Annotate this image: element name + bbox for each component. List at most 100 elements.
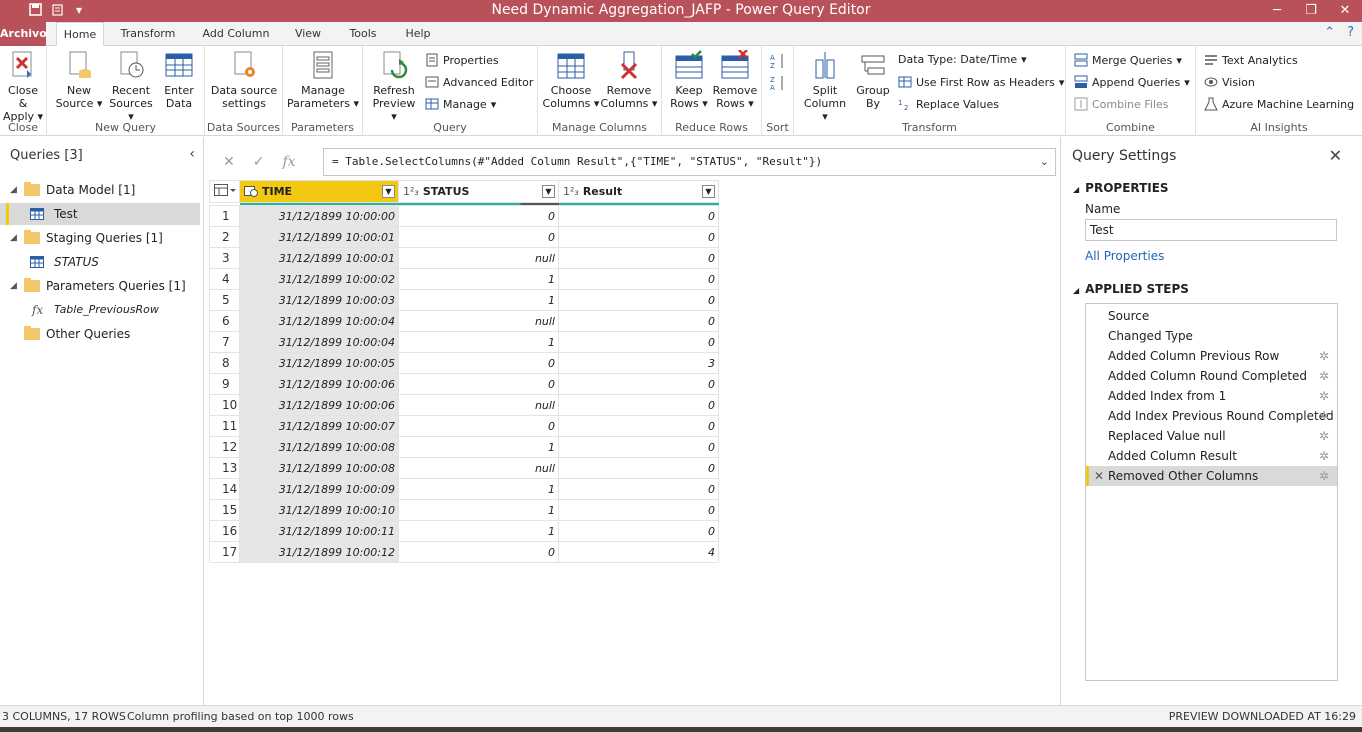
cell-time[interactable]: 31/12/1899 10:00:01 [239,226,399,248]
applied-step[interactable]: ✕ Removed Other Columns ✲ [1086,466,1337,486]
close-apply-button[interactable]: Close & Apply ▾ [2,50,44,123]
cell-result[interactable]: 0 [558,457,719,479]
manage-button[interactable]: Manage ▾ [425,97,496,111]
cell-time[interactable]: 31/12/1899 10:00:10 [239,499,399,521]
column-header-result[interactable]: 1²₃ Result ▼ [558,180,719,203]
remove-columns-button[interactable]: Remove Columns ▾ [600,50,658,110]
table-row[interactable]: 15 31/12/1899 10:00:10 1 0 [209,499,719,521]
cell-status[interactable]: 1 [398,331,559,353]
query-item-status[interactable]: STATUS [0,251,200,273]
commit-formula-icon[interactable]: ✓ [253,154,265,170]
cell-time[interactable]: 31/12/1899 10:00:07 [239,415,399,437]
query-item-test[interactable]: Test [0,203,200,225]
cell-status[interactable]: null [398,457,559,479]
cell-time[interactable]: 31/12/1899 10:00:06 [239,373,399,395]
table-row[interactable]: 12 31/12/1899 10:00:08 1 0 [209,436,719,458]
query-group-staging[interactable]: ◢ Staging Queries [1] [0,227,200,249]
vision-button[interactable]: Vision [1204,75,1255,89]
cell-result[interactable]: 0 [558,436,719,458]
recent-sources-button[interactable]: Recent Sources ▾ [105,50,157,123]
cell-time[interactable]: 31/12/1899 10:00:08 [239,457,399,479]
applied-step[interactable]: Added Index from 1 ✲ [1086,386,1337,406]
cell-result[interactable]: 0 [558,247,719,269]
cell-status[interactable]: null [398,394,559,416]
query-group-data-model[interactable]: ◢ Data Model [1] [0,179,200,201]
sort-descending-button[interactable]: ZA [770,74,786,92]
collapse-pane-icon[interactable]: ‹ [189,146,195,162]
choose-columns-button[interactable]: Choose Columns ▾ [542,50,600,110]
delete-step-icon[interactable]: ✕ [1094,466,1104,486]
restore-button[interactable]: ❐ [1294,0,1328,22]
table-row[interactable]: 8 31/12/1899 10:00:05 0 3 [209,352,719,374]
gear-icon[interactable]: ✲ [1319,406,1329,426]
tab-tools[interactable]: Tools [342,22,384,46]
table-row[interactable]: 5 31/12/1899 10:00:03 1 0 [209,289,719,311]
combine-files-button[interactable]: Combine Files [1074,97,1169,111]
expand-caret-icon[interactable]: ◢ [10,179,17,201]
cell-time[interactable]: 31/12/1899 10:00:05 [239,352,399,374]
cell-result[interactable]: 0 [558,478,719,500]
text-analytics-button[interactable]: Text Analytics [1204,53,1298,67]
tab-home[interactable]: Home [56,22,104,46]
cell-result[interactable]: 0 [558,226,719,248]
query-item-table-previousrow[interactable]: fx Table_PreviousRow [0,299,200,321]
expand-caret-icon[interactable]: ◢ [10,275,17,297]
data-type-dropdown[interactable]: Data Type: Date/Time ▾ [898,53,1027,66]
applied-step[interactable]: Replaced Value null ✲ [1086,426,1337,446]
query-group-parameters[interactable]: ◢ Parameters Queries [1] [0,275,200,297]
append-queries-button[interactable]: Append Queries ▾ [1074,75,1190,89]
column-header-status[interactable]: 1²₃ STATUS ▼ [398,180,559,203]
table-row[interactable]: 13 31/12/1899 10:00:08 null 0 [209,457,719,479]
applied-step[interactable]: Source [1086,306,1337,326]
function-icon[interactable]: fx [282,154,295,170]
split-column-button[interactable]: Split Column ▾ [800,50,850,123]
applied-step[interactable]: Changed Type [1086,326,1337,346]
applied-step[interactable]: Added Column Previous Row ✲ [1086,346,1337,366]
cell-time[interactable]: 31/12/1899 10:00:09 [239,478,399,500]
enter-data-button[interactable]: Enter Data [157,50,201,110]
gear-icon[interactable]: ✲ [1319,346,1329,366]
new-source-button[interactable]: New Source ▾ [53,50,105,110]
gear-icon[interactable]: ✲ [1319,386,1329,406]
minimize-button[interactable]: ─ [1260,0,1294,22]
remove-rows-button[interactable]: Remove Rows ▾ [712,50,758,110]
advanced-editor-button[interactable]: Advanced Editor [425,75,533,89]
query-name-input[interactable]: Test [1085,219,1337,241]
close-window-button[interactable]: ✕ [1328,0,1362,22]
cell-status[interactable]: 1 [398,520,559,542]
table-row[interactable]: 14 31/12/1899 10:00:09 1 0 [209,478,719,500]
cell-status[interactable]: 0 [398,415,559,437]
column-filter-dropdown[interactable]: ▼ [382,185,395,198]
tab-file[interactable]: Archivo [0,22,47,46]
expand-formula-icon[interactable]: ⌄ [1040,149,1049,175]
replace-values-button[interactable]: 12 Replace Values [898,97,999,112]
table-row[interactable]: 1 31/12/1899 10:00:00 0 0 [209,205,719,227]
cell-result[interactable]: 0 [558,205,719,227]
cell-status[interactable]: 0 [398,205,559,227]
cell-time[interactable]: 31/12/1899 10:00:08 [239,436,399,458]
cell-status[interactable]: 0 [398,541,559,563]
use-first-row-headers-button[interactable]: Use First Row as Headers ▾ [898,75,1064,89]
cell-time[interactable]: 31/12/1899 10:00:06 [239,394,399,416]
cell-status[interactable]: null [398,247,559,269]
cell-status[interactable]: 1 [398,268,559,290]
sort-ascending-button[interactable]: AZ [770,52,786,70]
table-row[interactable]: 3 31/12/1899 10:00:01 null 0 [209,247,719,269]
gear-icon[interactable]: ✲ [1319,446,1329,466]
tab-add-column[interactable]: Add Column [196,22,276,46]
applied-step[interactable]: Added Column Round Completed ✲ [1086,366,1337,386]
cell-status[interactable]: null [398,310,559,332]
azure-ml-button[interactable]: Azure Machine Learning [1204,97,1354,111]
cell-result[interactable]: 0 [558,520,719,542]
cell-result[interactable]: 0 [558,499,719,521]
cell-status[interactable]: 1 [398,499,559,521]
table-row[interactable]: 7 31/12/1899 10:00:04 1 0 [209,331,719,353]
collapse-ribbon-icon[interactable]: ⌃ [1324,25,1335,40]
table-row[interactable]: 4 31/12/1899 10:00:02 1 0 [209,268,719,290]
close-icon[interactable]: ✕ [1329,146,1342,165]
table-row[interactable]: 17 31/12/1899 10:00:12 0 4 [209,541,719,563]
cell-time[interactable]: 31/12/1899 10:00:04 [239,331,399,353]
tab-transform[interactable]: Transform [114,22,182,46]
cell-status[interactable]: 0 [398,352,559,374]
column-filter-dropdown[interactable]: ▼ [702,185,715,198]
